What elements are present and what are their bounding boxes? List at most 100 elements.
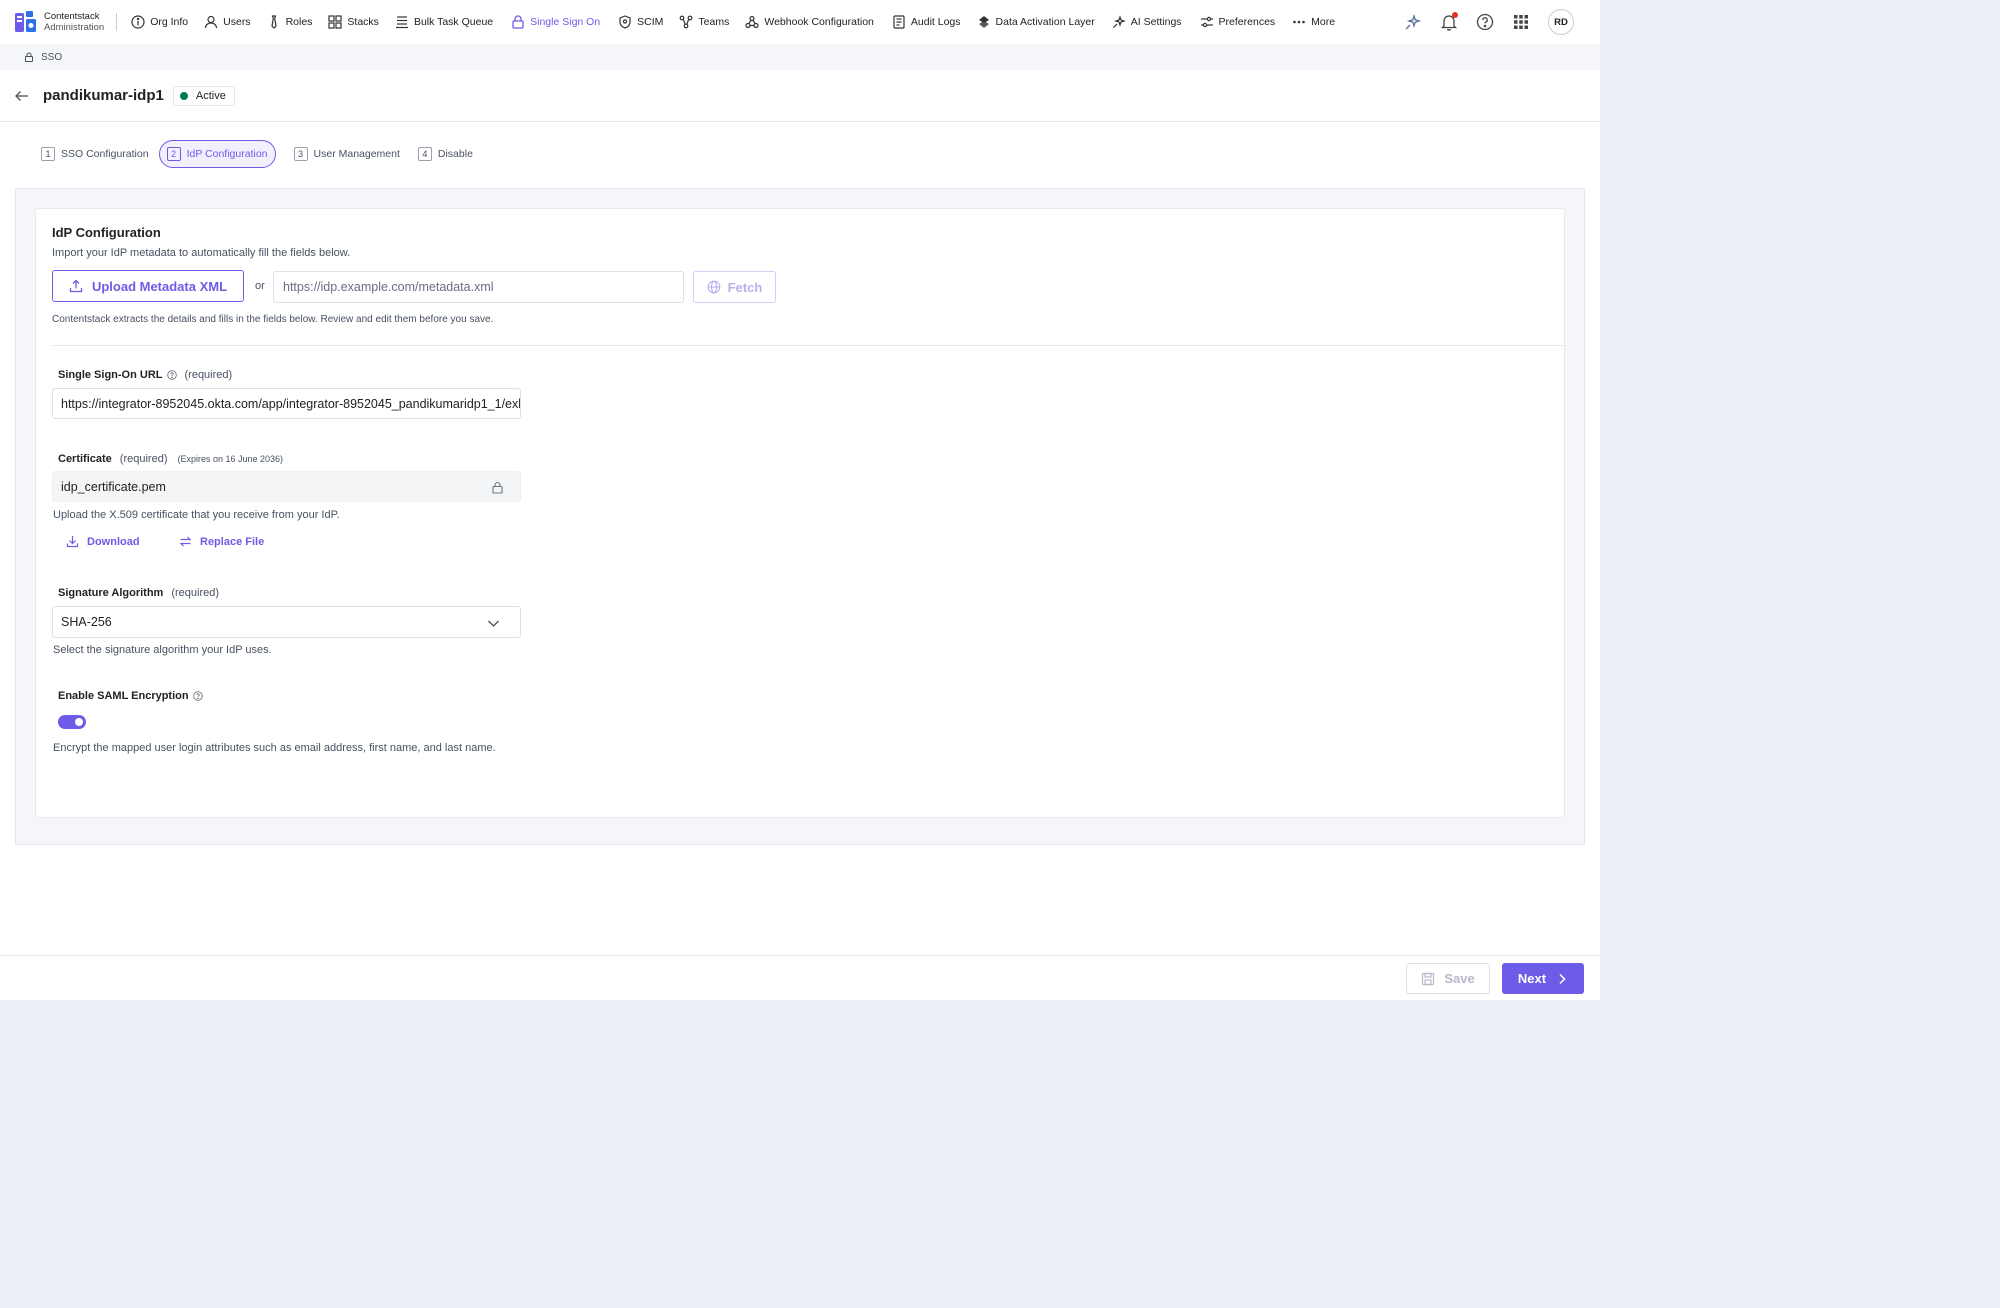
nav-item-label: Users: [223, 16, 251, 28]
nav-item-stacks[interactable]: Stacks: [328, 0, 379, 44]
nav-item-label: AI Settings: [1130, 16, 1182, 28]
audit-log-icon: [893, 15, 905, 29]
footer-bar: Save Next: [0, 955, 1600, 1000]
help-icon[interactable]: [192, 691, 203, 701]
sso-url-label-text: Single Sign-On URL: [58, 369, 163, 381]
apps-grid-icon: [1514, 15, 1528, 29]
sso-url-field[interactable]: https://integrator-8952045.okta.com/app/…: [52, 388, 521, 419]
notification-dot: [1452, 12, 1458, 18]
nav-item-label: Single Sign On: [530, 16, 601, 28]
user-avatar[interactable]: RD: [1548, 9, 1574, 35]
saml-encryption-label-text: Enable SAML Encryption: [58, 690, 189, 702]
nav-item-scim[interactable]: SCIM: [618, 0, 663, 44]
nav-item-label: Bulk Task Queue: [413, 16, 494, 28]
user-icon: [205, 15, 218, 29]
nav-item-label: Webhook Configuration: [764, 16, 874, 28]
nav-item-label: Data Activation Layer: [995, 16, 1095, 28]
fetch-label: Fetch: [727, 279, 763, 295]
next-button[interactable]: Next: [1502, 963, 1584, 994]
step-sso-configuration[interactable]: 1 SSO Configuration: [41, 140, 149, 168]
brand-divider: [116, 13, 118, 31]
nav-item-bulk-task-queue[interactable]: Bulk Task Queue: [395, 0, 493, 44]
nav-item-users[interactable]: Users: [204, 0, 251, 44]
ai-sparkle-icon: [1405, 13, 1422, 30]
more-dots-icon: [1293, 20, 1305, 24]
nav-item-label: Teams: [698, 16, 730, 28]
required-indicator: (required): [119, 453, 168, 465]
download-certificate-button[interactable]: Download: [66, 535, 140, 548]
lock-icon: [512, 15, 524, 29]
help-circle-icon: [1476, 13, 1494, 31]
status-badge: Active: [172, 85, 235, 106]
step-number: 3: [293, 147, 308, 161]
certificate-label: Certificate (required) (Expires on 16 Ju…: [58, 453, 283, 465]
nav-item-webhook-configuration[interactable]: Webhook Configuration: [745, 0, 874, 44]
page-title: pandikumar-idp1: [43, 87, 164, 104]
nav-item-label: Audit Logs: [910, 16, 961, 28]
page-header: pandikumar-idp1 Active: [0, 70, 1600, 122]
upload-metadata-xml-button[interactable]: Upload Metadata XML: [52, 270, 244, 302]
app-switcher-button[interactable]: [1512, 13, 1530, 31]
grid-icon: [328, 15, 343, 29]
nav-item-label: Stacks: [347, 16, 379, 28]
upload-icon: [69, 279, 83, 293]
nav-item-preferences[interactable]: Preferences: [1200, 0, 1276, 44]
nav-item-teams[interactable]: Teams: [679, 0, 729, 44]
saml-encryption-label: Enable SAML Encryption: [58, 690, 203, 702]
step-label: SSO Configuration: [61, 148, 149, 160]
saml-encryption-toggle[interactable]: [58, 715, 86, 729]
notifications-button[interactable]: [1440, 12, 1458, 31]
nav-item-ai-settings[interactable]: AI Settings: [1112, 0, 1182, 44]
nav-item-data-activation-layer[interactable]: Data Activation Layer: [977, 0, 1095, 44]
step-idp-configuration[interactable]: 2 IdP Configuration: [158, 140, 276, 168]
signature-algorithm-select[interactable]: SHA-256: [52, 606, 521, 638]
chevron-right-icon: [1559, 973, 1566, 984]
nav-items: Org Info Users Roles Stacks Bulk Task Qu…: [131, 0, 1335, 44]
nav-item-single-sign-on[interactable]: Single Sign On: [511, 0, 600, 44]
nav-item-roles[interactable]: Roles: [267, 0, 312, 44]
certificate-help-text: Upload the X.509 certificate that you re…: [53, 509, 340, 521]
nav-utilities: RD: [1386, 0, 1574, 44]
save-button[interactable]: Save: [1406, 963, 1490, 994]
help-icon[interactable]: [166, 370, 177, 380]
nav-item-org-info[interactable]: Org Info: [131, 0, 188, 44]
back-arrow-icon[interactable]: [14, 88, 30, 104]
download-icon: [66, 536, 79, 548]
teams-icon: [680, 15, 693, 29]
nav-item-audit-logs[interactable]: Audit Logs: [892, 0, 961, 44]
replace-file-button[interactable]: Replace File: [179, 535, 264, 548]
swap-arrows-icon: [179, 536, 192, 547]
required-indicator: (required): [171, 587, 220, 599]
brand[interactable]: Contentstack Administration: [14, 0, 104, 44]
step-number: 1: [41, 147, 55, 161]
tie-icon: [270, 15, 277, 29]
breadcrumb-label[interactable]: SSO: [41, 52, 62, 63]
breadcrumb: SSO: [0, 44, 1600, 70]
section-divider: [52, 345, 1566, 346]
metadata-url-input[interactable]: [273, 271, 684, 303]
step-user-management[interactable]: 3 User Management: [293, 140, 400, 168]
data-layer-icon: [978, 16, 989, 28]
help-button[interactable]: [1476, 13, 1494, 31]
info-icon: [131, 15, 145, 29]
lock-icon: [25, 52, 33, 62]
step-label: User Management: [313, 148, 400, 160]
upload-metadata-label: Upload Metadata XML: [91, 278, 228, 294]
ai-assistant-button[interactable]: [1404, 13, 1422, 31]
contentstack-logo-icon: [15, 11, 36, 32]
nav-item-label: Org Info: [150, 16, 189, 28]
sliders-icon: [1200, 16, 1213, 28]
nav-item-label: Preferences: [1218, 16, 1276, 28]
fetch-button[interactable]: Fetch: [693, 271, 776, 303]
step-label: Disable: [437, 148, 473, 160]
idp-configuration-card: IdP Configuration Import your IdP metada…: [35, 208, 1566, 818]
or-separator: or: [255, 280, 265, 292]
certificate-field: idp_certificate.pem: [52, 471, 521, 502]
sparkle-icon: [1112, 15, 1126, 28]
lock-icon: [492, 481, 503, 494]
nav-item-more[interactable]: More: [1292, 0, 1335, 44]
shield-icon: [619, 15, 631, 29]
step-disable[interactable]: 4 Disable: [417, 140, 473, 168]
section-description: Import your IdP metadata to automaticall…: [52, 247, 351, 259]
sso-url-label: Single Sign-On URL (required): [58, 369, 232, 381]
